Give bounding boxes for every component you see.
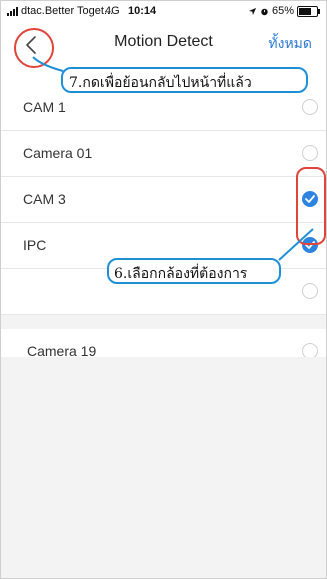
- battery-percent: 65%: [271, 5, 294, 17]
- camera-row[interactable]: Camera 01: [1, 131, 326, 177]
- selected-highlight-box: [296, 167, 326, 245]
- camera-name: CAM 3: [23, 191, 66, 207]
- back-highlight-circle: [14, 28, 54, 68]
- select-all-button[interactable]: ทั้งหมด: [268, 33, 312, 55]
- signal-icon: [7, 6, 18, 16]
- camera-name: IPC: [23, 237, 47, 253]
- select-radio[interactable]: [302, 283, 318, 299]
- camera-list: CAM 1 Camera 01 CAM 3 IPC Camera 19: [1, 85, 326, 375]
- status-right: 65%: [248, 5, 320, 17]
- status-left: dtac.Better Toget...: [7, 5, 113, 17]
- clock: 10:14: [128, 5, 157, 17]
- camera-name: Camera 01: [23, 145, 93, 161]
- select-hint-callout: 6.เลือกกล้องที่ต้องการ: [107, 258, 281, 284]
- select-radio[interactable]: [302, 145, 318, 161]
- list-divider: [1, 315, 326, 329]
- carrier-name: dtac.Better Toget...: [21, 5, 114, 17]
- status-bar: dtac.Better Toget... 4G 10:14 65%: [1, 1, 326, 23]
- empty-area: [1, 357, 326, 578]
- select-radio[interactable]: [302, 99, 318, 115]
- alarm-icon: [261, 8, 268, 15]
- camera-name: CAM 1: [23, 99, 66, 115]
- location-arrow-icon: [248, 7, 257, 15]
- network-type: 4G: [105, 5, 120, 17]
- phone-screen: dtac.Better Toget... 4G 10:14 65% Motion…: [0, 0, 327, 579]
- battery-icon: [297, 5, 320, 17]
- camera-row[interactable]: CAM 3: [1, 177, 326, 223]
- back-hint-callout: 7.กดเพื่อย้อนกลับไปหน้าที่แล้ว: [61, 67, 308, 93]
